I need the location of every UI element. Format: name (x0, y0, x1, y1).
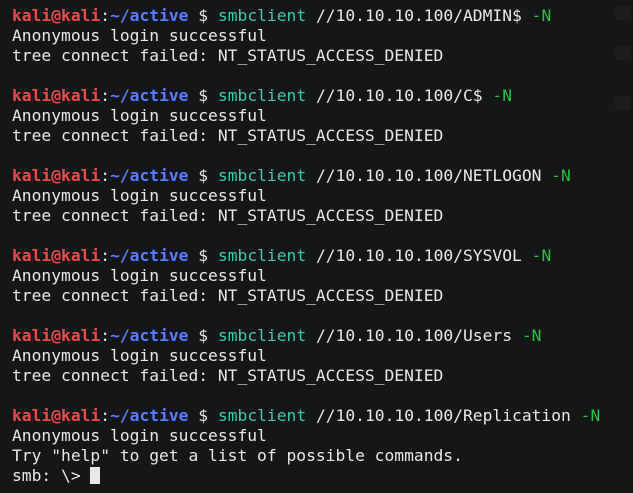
command-name: smbclient (217, 406, 307, 425)
prompt-host: kali (61, 246, 101, 265)
output-line: Anonymous login successful (12, 266, 267, 285)
prompt-at: @ (51, 166, 62, 185)
smb-prompt: smb: \> (12, 466, 91, 485)
output-line: tree connect failed: NT_STATUS_ACCESS_DE… (12, 126, 444, 145)
command-argument: //10.10.10.100/SYSVOL (315, 246, 522, 265)
prompt-host: kali (61, 86, 101, 105)
prompt-colon: : (100, 326, 111, 345)
output-line: Try "help" to get a list of possible com… (12, 446, 463, 465)
prompt-colon: : (100, 6, 111, 25)
terminal-output: kali@kali:~/active $ smbclient //10.10.1… (12, 6, 600, 486)
command-argument: //10.10.10.100/NETLOGON (315, 166, 542, 185)
prompt-dollar: $ (198, 246, 209, 265)
prompt-at: @ (51, 6, 62, 25)
prompt-path: ~/active (110, 166, 189, 185)
output-line: Anonymous login successful (12, 186, 267, 205)
prompt-at: @ (51, 246, 62, 265)
smb-prompt-line: smb: \> (12, 466, 600, 486)
command-name: smbclient (217, 246, 307, 265)
command-argument: //10.10.10.100/Replication (315, 406, 571, 425)
terminal-window[interactable]: kali@kali:~/active $ smbclient //10.10.1… (0, 0, 633, 493)
text-cursor[interactable] (90, 467, 101, 484)
command-flag: -N (531, 246, 552, 265)
prompt-user: kali (12, 86, 52, 105)
prompt-dollar: $ (198, 406, 209, 425)
prompt-colon: : (100, 166, 111, 185)
output-line: tree connect failed: NT_STATUS_ACCESS_DE… (12, 206, 444, 225)
command-line: kali@kali:~/active $ smbclient //10.10.1… (12, 406, 600, 426)
command-argument: //10.10.10.100/C$ (315, 86, 483, 105)
command-line: kali@kali:~/active $ smbclient //10.10.1… (12, 166, 600, 186)
command-line: kali@kali:~/active $ smbclient //10.10.1… (12, 6, 600, 26)
prompt-host: kali (61, 6, 101, 25)
background-artifact (615, 6, 631, 20)
output-line: tree connect failed: NT_STATUS_ACCESS_DE… (12, 366, 444, 385)
prompt-path: ~/active (110, 6, 189, 25)
command-line: kali@kali:~/active $ smbclient //10.10.1… (12, 326, 600, 346)
background-artifact (615, 46, 631, 60)
command-flag: -N (521, 326, 542, 345)
command-flag: -N (531, 6, 552, 25)
output-line: Anonymous login successful (12, 106, 267, 125)
command-name: smbclient (217, 166, 307, 185)
command-argument: //10.10.10.100/ADMIN$ (315, 6, 522, 25)
prompt-user: kali (12, 6, 52, 25)
prompt-user: kali (12, 406, 52, 425)
prompt-path: ~/active (110, 246, 189, 265)
prompt-dollar: $ (198, 6, 209, 25)
prompt-user: kali (12, 166, 52, 185)
prompt-at: @ (51, 86, 62, 105)
prompt-host: kali (61, 166, 101, 185)
prompt-path: ~/active (110, 86, 189, 105)
command-flag: -N (551, 166, 571, 185)
command-line: kali@kali:~/active $ smbclient //10.10.1… (12, 86, 600, 106)
prompt-colon: : (100, 246, 111, 265)
prompt-at: @ (51, 406, 62, 425)
output-line: tree connect failed: NT_STATUS_ACCESS_DE… (12, 46, 444, 65)
prompt-dollar: $ (198, 166, 209, 185)
background-artifact (615, 96, 631, 110)
prompt-colon: : (100, 406, 111, 425)
prompt-colon: : (100, 86, 111, 105)
output-line: tree connect failed: NT_STATUS_ACCESS_DE… (12, 286, 444, 305)
command-flag: -N (580, 406, 601, 425)
prompt-user: kali (12, 326, 52, 345)
command-line: kali@kali:~/active $ smbclient //10.10.1… (12, 246, 600, 266)
prompt-dollar: $ (198, 86, 209, 105)
output-line: Anonymous login successful (12, 26, 267, 45)
prompt-path: ~/active (110, 326, 189, 345)
prompt-dollar: $ (198, 326, 209, 345)
output-line: Anonymous login successful (12, 346, 267, 365)
prompt-user: kali (12, 246, 52, 265)
output-line: Anonymous login successful (12, 426, 267, 445)
command-flag: -N (492, 86, 513, 105)
prompt-host: kali (61, 406, 101, 425)
prompt-host: kali (61, 326, 101, 345)
command-name: smbclient (217, 326, 307, 345)
command-name: smbclient (217, 86, 307, 105)
command-argument: //10.10.10.100/Users (315, 326, 513, 345)
command-name: smbclient (217, 6, 307, 25)
prompt-path: ~/active (110, 406, 189, 425)
prompt-at: @ (51, 326, 62, 345)
